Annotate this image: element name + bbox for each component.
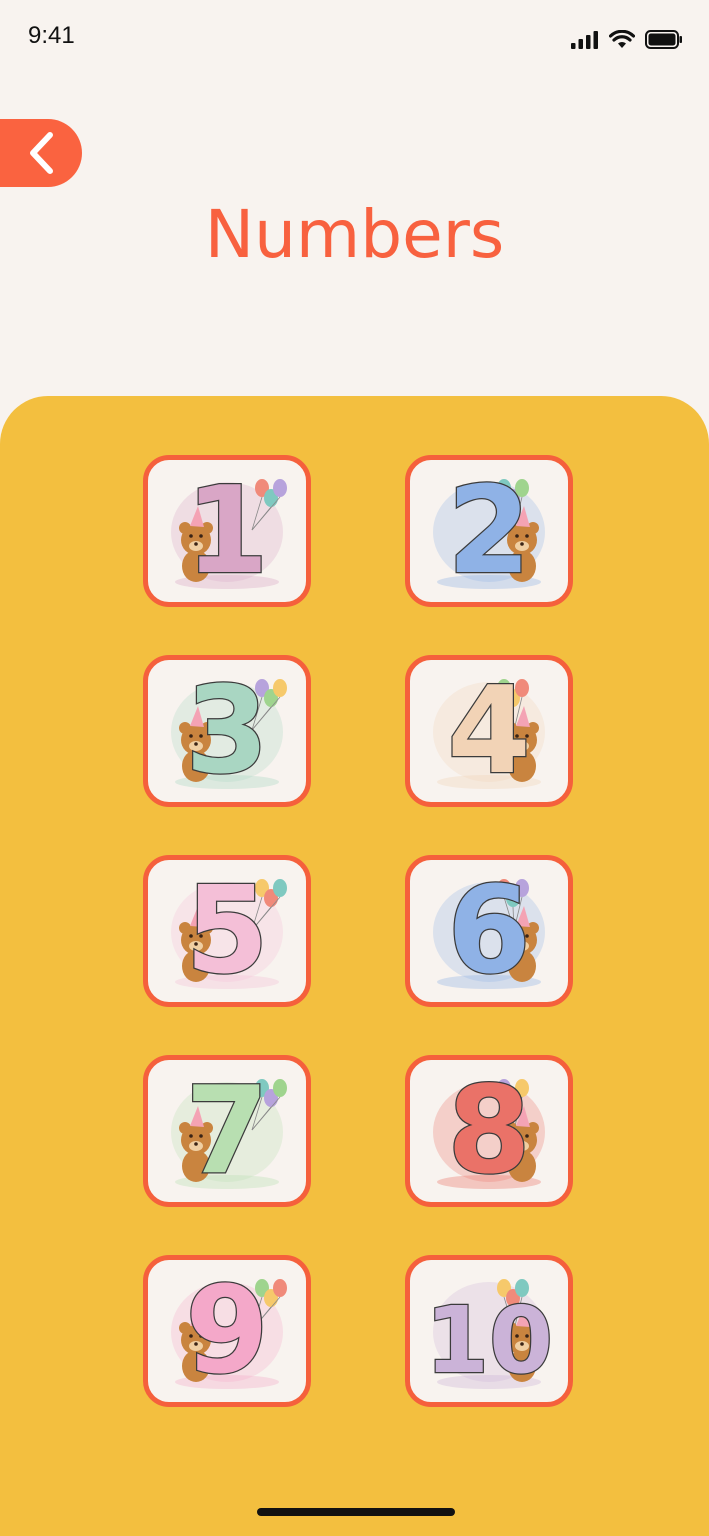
number-glyph: 8 (447, 1062, 531, 1201)
number-illustration: 3 (171, 661, 287, 802)
number-illustration: 5 (171, 861, 287, 1002)
number-glyph: 1 (185, 462, 269, 601)
number-tile-1[interactable]: 1 (143, 455, 311, 607)
number-illustration: 1 (171, 461, 287, 602)
number-illustration: 7 (171, 1061, 287, 1202)
number-tile-9[interactable]: 9 (143, 1255, 311, 1407)
balloon-icon (273, 479, 287, 497)
balloon-icon (273, 879, 287, 897)
number-glyph: 7 (185, 1062, 269, 1201)
number-illustration: 9 (171, 1261, 287, 1402)
page-title: Numbers (204, 196, 505, 273)
status-time: 9:41 (28, 22, 75, 49)
number-illustration: 6 (433, 861, 545, 1002)
number-glyph: 5 (185, 862, 269, 1001)
numbers-screen: 9:41 Numbers 1 2 3 4 5 6 7 8 9 10 (0, 0, 709, 1536)
number-tile-8[interactable]: 8 (405, 1055, 573, 1207)
number-illustration: 10 (424, 1279, 554, 1395)
wifi-icon (609, 30, 635, 48)
number-illustration: 4 (433, 661, 545, 802)
number-tile-5[interactable]: 5 (143, 855, 311, 1007)
number-illustration: 2 (433, 461, 545, 602)
back-button[interactable] (0, 119, 82, 187)
number-tile-6[interactable]: 6 (405, 855, 573, 1007)
status-icons (571, 30, 683, 49)
number-tile-2[interactable]: 2 (405, 455, 573, 607)
number-glyph: 10 (425, 1287, 553, 1394)
battery-icon (645, 30, 682, 49)
signal-icon (571, 30, 598, 49)
home-indicator (257, 1508, 455, 1516)
number-tile-10[interactable]: 10 (405, 1255, 573, 1407)
number-glyph: 4 (447, 662, 531, 801)
number-glyph: 6 (447, 862, 531, 1001)
number-tile-7[interactable]: 7 (143, 1055, 311, 1207)
number-tile-4[interactable]: 4 (405, 655, 573, 807)
numbers-panel (0, 396, 709, 1536)
balloon-icon (273, 679, 287, 697)
balloon-icon (273, 1279, 287, 1297)
number-tile-3[interactable]: 3 (143, 655, 311, 807)
number-glyph: 3 (185, 662, 269, 801)
chevron-left-icon (30, 132, 53, 174)
balloon-icon (273, 1079, 287, 1097)
number-illustration: 8 (433, 1061, 545, 1202)
number-glyph: 2 (447, 462, 531, 601)
number-glyph: 9 (185, 1262, 269, 1401)
